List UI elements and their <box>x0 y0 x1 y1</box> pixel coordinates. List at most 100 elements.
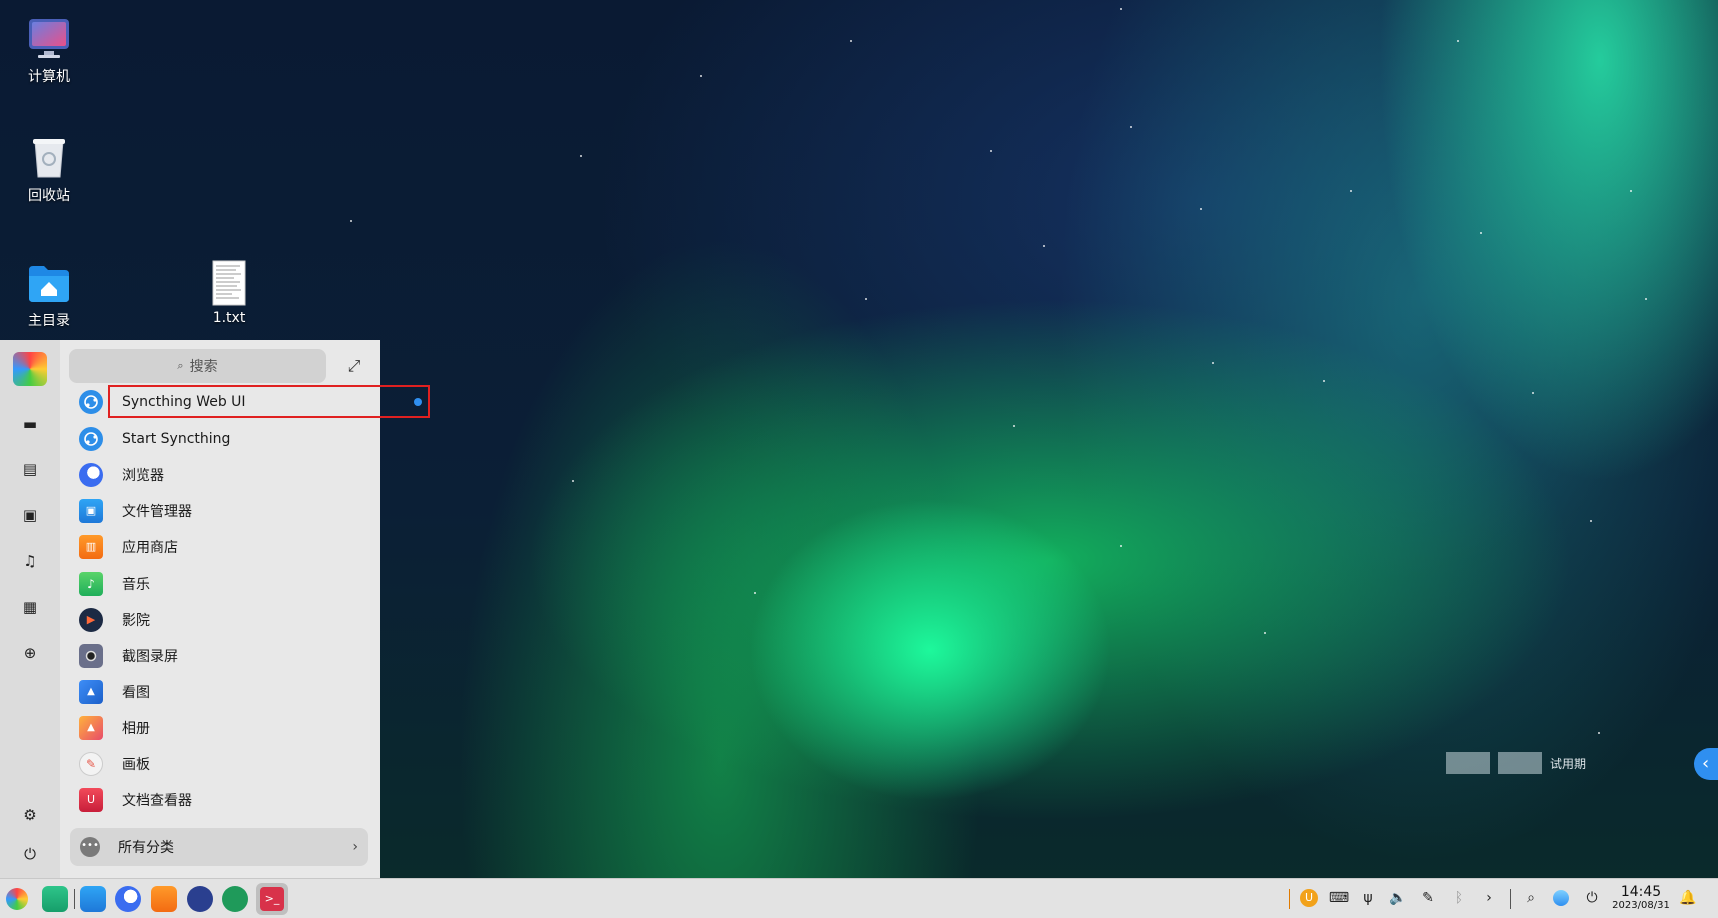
taskbar-browser-icon[interactable] <box>115 886 141 912</box>
app-name: Syncthing Web UI <box>122 393 246 410</box>
power-icon[interactable]: ⏻ <box>1582 888 1602 908</box>
app-store-icon: ▥ <box>79 534 103 559</box>
trial-block <box>1446 752 1490 774</box>
usb-icon[interactable]: ψ <box>1358 888 1378 908</box>
input-method-icon[interactable]: U <box>1299 888 1319 908</box>
taskbar-multitask-icon[interactable] <box>42 886 68 912</box>
screenshot-icon <box>79 643 103 668</box>
taskbar: >_ U ⌨ ψ 🔈 ✎ ᛒ › ⌕ ⏻ 14:45 2023/08/31 🔔 <box>0 878 1718 918</box>
side-panel-toggle[interactable]: ‹ <box>1694 748 1718 780</box>
user-avatar[interactable] <box>13 352 47 386</box>
desktop-icon-text-file[interactable]: 1.txt <box>189 260 269 326</box>
app-item-draw[interactable]: ✎ 画板 <box>70 747 370 780</box>
desktop-icon-trash[interactable]: 回收站 <box>9 135 89 205</box>
app-item-app-store[interactable]: ▥ 应用商店 <box>70 530 370 563</box>
taskbar-settings-icon[interactable] <box>187 886 213 912</box>
desktop-icon-label: 计算机 <box>28 69 70 85</box>
desktop-icon-label: 回收站 <box>28 188 70 204</box>
taskbar-file-manager-icon[interactable] <box>80 886 106 912</box>
star <box>1130 126 1132 128</box>
trial-watermark: 试用期 <box>1446 752 1586 774</box>
settings-icon[interactable]: ⚙ <box>18 803 42 827</box>
app-item-start-syncthing[interactable]: Start Syncthing <box>70 422 370 455</box>
trash-icon <box>26 135 72 181</box>
launcher-main: ⌕ 搜索 ⤢ Syncthing Web UI Start Syncthing … <box>60 340 430 878</box>
picture-category-icon[interactable]: ▣ <box>18 503 42 527</box>
power-icon[interactable]: ⏻ <box>18 842 42 866</box>
app-name: 应用商店 <box>122 539 178 556</box>
app-item-document-viewer[interactable]: U 文档查看器 <box>70 783 370 816</box>
desktop-icon-home[interactable]: 主目录 <box>9 260 89 330</box>
image-viewer-icon: ▲ <box>79 679 103 704</box>
document-category-icon[interactable]: ▤ <box>18 457 42 481</box>
document-viewer-icon: U <box>79 787 103 812</box>
all-categories-label: 所有分类 <box>118 840 174 856</box>
home-folder-icon <box>26 260 72 306</box>
app-name: 影院 <box>122 612 150 629</box>
taskbar-terminal-icon[interactable]: >_ <box>256 883 288 915</box>
star <box>1350 190 1352 192</box>
bluetooth-icon[interactable]: ᛒ <box>1449 888 1469 908</box>
video-category-icon[interactable]: ▦ <box>18 595 42 619</box>
more-dots-icon: ••• <box>80 837 100 857</box>
tray-expand-icon[interactable]: › <box>1479 888 1499 908</box>
download-category-icon[interactable]: ⊕ <box>18 641 42 665</box>
taskbar-support-icon[interactable] <box>222 886 248 912</box>
star <box>1457 40 1459 42</box>
tray-separator <box>1289 889 1290 909</box>
terminal-icon: >_ <box>260 887 284 911</box>
app-item-music[interactable]: ♪ 音乐 <box>70 567 370 600</box>
star <box>1264 632 1266 634</box>
all-categories-button[interactable]: ••• 所有分类 › <box>70 828 368 866</box>
app-name: 音乐 <box>122 576 150 593</box>
app-item-image-viewer[interactable]: ▲ 看图 <box>70 675 370 708</box>
app-item-browser[interactable]: 浏览器 <box>70 458 370 491</box>
movie-icon: ▶ <box>79 607 103 632</box>
search-icon: ⌕ <box>177 359 184 372</box>
app-item-movie[interactable]: ▶ 影院 <box>70 603 370 636</box>
search-icon[interactable]: ⌕ <box>1521 888 1541 908</box>
taskbar-app-store-icon[interactable] <box>151 886 177 912</box>
star <box>1532 392 1534 394</box>
star <box>1120 545 1122 547</box>
file-manager-icon: ▣ <box>79 498 103 523</box>
star <box>700 75 702 77</box>
star <box>990 150 992 152</box>
app-name: 截图录屏 <box>122 648 178 665</box>
app-item-album[interactable]: ▲ 相册 <box>70 711 370 744</box>
launcher-button[interactable] <box>6 888 28 910</box>
app-item-syncthing-web-ui[interactable]: Syncthing Web UI <box>79 385 430 418</box>
network-icon[interactable] <box>1551 888 1571 908</box>
star <box>1043 245 1045 247</box>
star <box>754 592 756 594</box>
app-name: 看图 <box>122 684 150 701</box>
app-item-screenshot[interactable]: 截图录屏 <box>70 639 370 672</box>
star <box>1630 190 1632 192</box>
clock-time: 14:45 <box>1620 884 1662 900</box>
keyboard-icon[interactable]: ⌨ <box>1329 888 1349 908</box>
star <box>1645 298 1647 300</box>
syncthing-icon <box>79 426 103 451</box>
search-input[interactable]: ⌕ 搜索 <box>69 349 326 383</box>
pen-icon[interactable]: ✎ <box>1418 888 1438 908</box>
desktop-icon-computer[interactable]: 计算机 <box>9 16 89 86</box>
star <box>865 298 867 300</box>
app-name: Start Syncthing <box>122 430 231 447</box>
app-item-file-manager[interactable]: ▣ 文件管理器 <box>70 494 370 527</box>
search-placeholder: 搜索 <box>189 359 218 375</box>
fullscreen-toggle-button[interactable]: ⤢ <box>342 354 366 378</box>
music-category-icon[interactable]: ♫ <box>18 549 42 573</box>
clock[interactable]: 14:45 2023/08/31 <box>1608 884 1674 912</box>
draw-icon: ✎ <box>79 751 103 776</box>
volume-icon[interactable]: 🔈 <box>1388 888 1408 908</box>
star <box>580 155 582 157</box>
chevron-left-icon: ‹ <box>1702 753 1710 774</box>
computer-category-icon[interactable]: ▬ <box>18 412 42 436</box>
notification-bell-icon[interactable]: 🔔 <box>1678 888 1698 908</box>
star <box>1212 362 1214 364</box>
app-name: 文档查看器 <box>122 792 192 809</box>
app-name: 浏览器 <box>122 467 164 484</box>
chevron-right-icon: › <box>352 839 358 855</box>
star <box>1323 380 1325 382</box>
star <box>350 220 352 222</box>
